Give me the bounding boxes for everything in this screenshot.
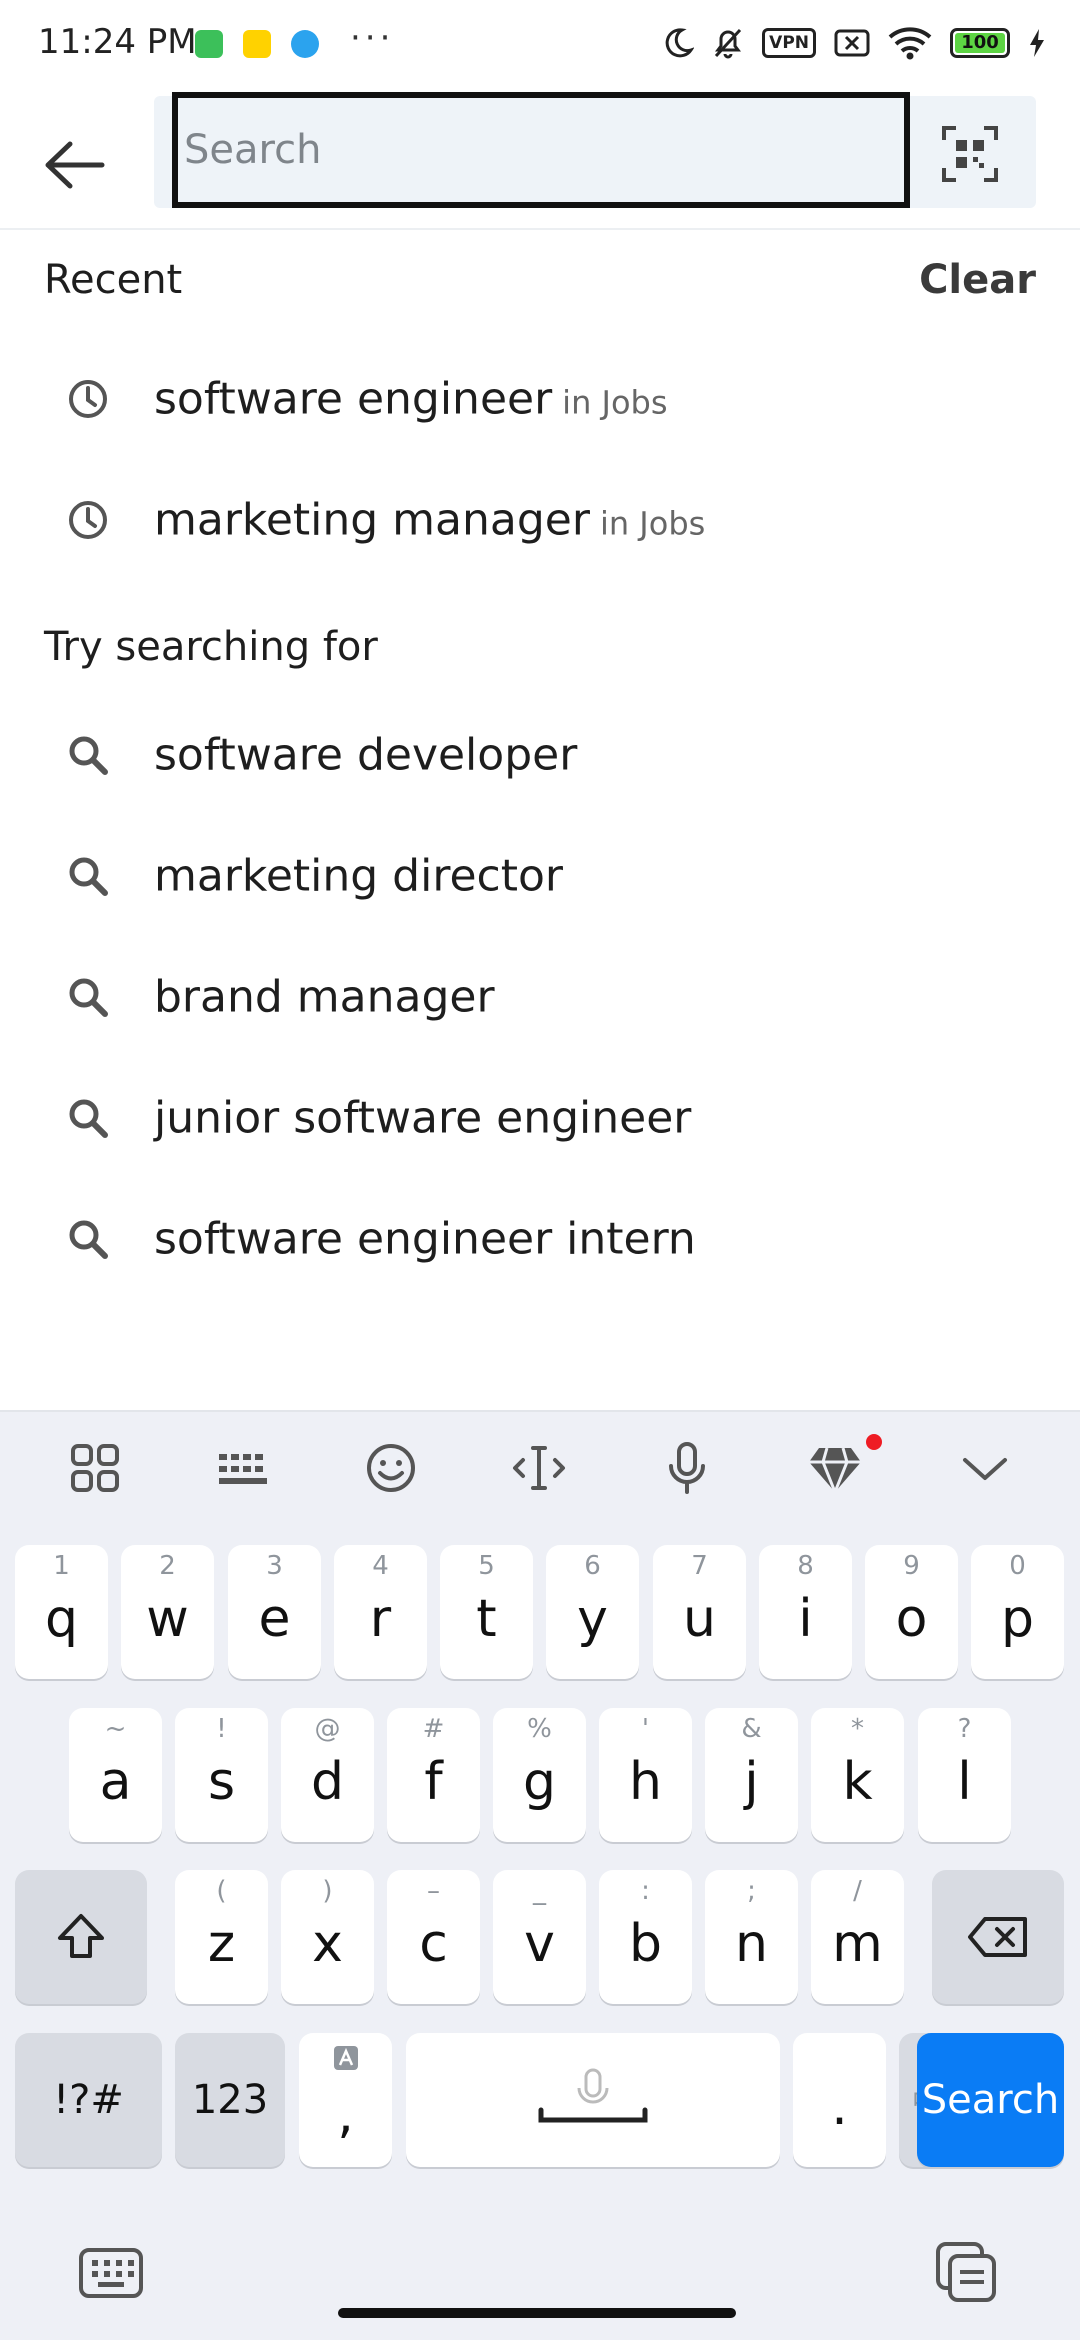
battery-icon: 100 — [950, 28, 1010, 58]
diamond-theme-icon[interactable] — [805, 1438, 865, 1498]
home-indicator[interactable] — [338, 2308, 736, 2318]
search-key[interactable]: Search — [917, 2033, 1064, 2167]
backspace-key[interactable] — [932, 1870, 1064, 2004]
back-arrow-icon[interactable] — [40, 130, 110, 200]
clock-icon — [69, 501, 107, 539]
recent-heading: Recent — [44, 257, 183, 303]
key-i[interactable]: 8i — [759, 1545, 852, 1679]
suggestions-heading: Try searching for — [44, 624, 378, 670]
key-a[interactable]: ~ a — [69, 1708, 162, 1842]
recent-item-scope: in Jobs — [599, 504, 706, 543]
emoji-icon[interactable] — [361, 1438, 421, 1498]
shift-arrow-icon — [58, 1914, 104, 1958]
search-header — [0, 90, 1080, 230]
recent-item-text: software engineer — [154, 373, 553, 425]
key-q[interactable]: 1q — [15, 1545, 108, 1679]
key-f[interactable]: # f — [387, 1708, 480, 1842]
suggestion-text: software engineer intern — [154, 1213, 696, 1265]
suggestion-text: brand manager — [154, 971, 495, 1023]
key-g[interactable]: % g — [493, 1708, 586, 1842]
space-mic-icon — [538, 2068, 648, 2123]
key-d[interactable]: @ d — [281, 1708, 374, 1842]
key-n[interactable]: ; n — [705, 1870, 798, 2004]
search-icon — [69, 857, 108, 896]
moon-icon — [665, 28, 695, 58]
suggestion-item[interactable]: marketing director — [0, 821, 1080, 931]
suggestion-item[interactable]: junior software engineer — [0, 1063, 1080, 1173]
keyboard: 1q 2w 3e 4r 5t 6y 7u 8i 9o 0p ~ a ! s @ d #… — [0, 1410, 1080, 2340]
key-r[interactable]: 4r — [334, 1545, 427, 1679]
key-l[interactable]: ? l — [918, 1708, 1011, 1842]
battery-level: 100 — [961, 32, 999, 53]
symbols-key[interactable]: !?# — [15, 2033, 162, 2167]
recent-item[interactable]: software engineer in Jobs — [0, 344, 1080, 454]
microphone-icon[interactable] — [657, 1438, 717, 1498]
vpn-icon: VPN — [762, 28, 816, 58]
key-v[interactable]: _ v — [493, 1870, 586, 2004]
key-y[interactable]: 6y — [546, 1545, 639, 1679]
suggestion-text: software developer — [154, 729, 578, 781]
shift-key[interactable] — [15, 1870, 147, 2004]
key-e[interactable]: 3e — [228, 1545, 321, 1679]
recent-item[interactable]: marketing manager in Jobs — [0, 465, 1080, 575]
text-input-icon — [334, 2046, 358, 2070]
key-t[interactable]: 5t — [440, 1545, 533, 1679]
key-p[interactable]: 0p — [971, 1545, 1064, 1679]
clock-icon — [69, 380, 107, 418]
wifi-icon — [888, 27, 932, 60]
key-k[interactable]: * k — [811, 1708, 904, 1842]
numbers-key[interactable]: 123 — [175, 2033, 285, 2167]
collapse-keyboard-icon[interactable] — [955, 1438, 1015, 1498]
key-o[interactable]: 9o — [865, 1545, 958, 1679]
mute-bell-icon — [715, 28, 742, 59]
key-u[interactable]: 7u — [653, 1545, 746, 1679]
suggestion-text: junior software engineer — [154, 1092, 692, 1144]
key-h[interactable]: ' h — [599, 1708, 692, 1842]
search-input[interactable] — [172, 92, 910, 208]
apps-grid-icon[interactable] — [65, 1438, 125, 1498]
search-icon — [69, 736, 108, 775]
key-x[interactable]: ) x — [281, 1870, 374, 2004]
key-j[interactable]: & j — [705, 1708, 798, 1842]
period-key[interactable]: . — [793, 2033, 886, 2167]
comma-key[interactable]: , — [299, 2033, 392, 2167]
cat-app-icon — [195, 30, 223, 58]
keyboard-switch-icon[interactable] — [78, 2244, 144, 2304]
clipboard-icon[interactable] — [934, 2240, 1000, 2306]
suggestion-item[interactable]: software engineer intern — [0, 1184, 1080, 1294]
key-m[interactable]: / m — [811, 1870, 904, 2004]
cursor-move-icon[interactable] — [509, 1438, 569, 1498]
search-icon — [69, 1220, 108, 1259]
recent-item-text: marketing manager — [154, 494, 590, 546]
search-icon — [69, 1099, 108, 1138]
key-w[interactable]: 2w — [121, 1545, 214, 1679]
space-key[interactable] — [406, 2033, 780, 2167]
meituan-app-icon — [243, 30, 271, 58]
suggestion-item[interactable]: software developer — [0, 700, 1080, 810]
clear-button[interactable]: Clear — [919, 257, 1036, 303]
key-c[interactable]: – c — [387, 1870, 480, 2004]
charging-icon — [1030, 29, 1044, 57]
key-z[interactable]: (z — [175, 1870, 268, 2004]
status-time: 11:24 PM — [38, 22, 197, 62]
more-notifications-icon: ··· — [350, 18, 395, 58]
qr-scan-icon[interactable] — [942, 126, 998, 182]
keyboard-layout-icon[interactable] — [213, 1438, 273, 1498]
key-b[interactable]: :b — [599, 1870, 692, 2004]
bird-app-icon — [291, 30, 319, 58]
status-bar: 11:24 PM ··· VPN 100 — [0, 0, 1080, 90]
search-icon — [69, 978, 108, 1017]
no-sim-icon — [834, 29, 870, 57]
suggestion-item[interactable]: brand manager — [0, 942, 1080, 1052]
key-s[interactable]: ! s — [175, 1708, 268, 1842]
recent-item-scope: in Jobs — [562, 383, 668, 422]
notification-dot — [866, 1434, 882, 1450]
backspace-icon — [968, 1917, 1027, 1957]
suggestion-text: marketing director — [154, 850, 563, 902]
